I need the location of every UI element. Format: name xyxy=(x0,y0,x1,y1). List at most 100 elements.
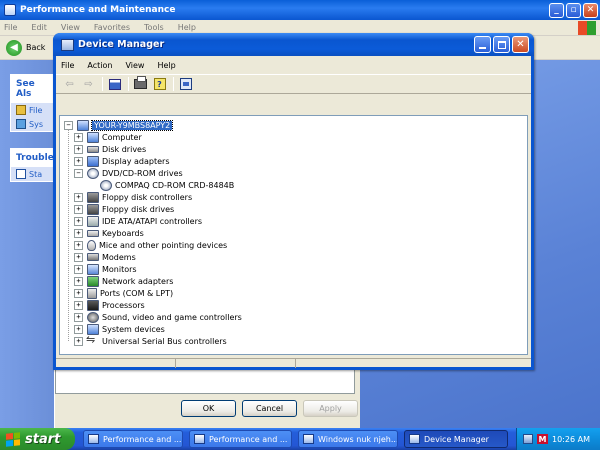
ok-button[interactable]: OK xyxy=(181,400,236,417)
tree-category-label: Monitors xyxy=(102,264,137,274)
tree-category-keyboard[interactable]: + Keyboards xyxy=(74,227,144,239)
tree-category-cdrom-drive[interactable]: − DVD/CD-ROM drives xyxy=(74,167,183,179)
maximize-button[interactable] xyxy=(493,36,510,53)
bg-menu-edit[interactable]: Edit xyxy=(31,23,47,32)
menu-action[interactable]: Action xyxy=(87,61,112,70)
expand-icon[interactable]: + xyxy=(74,132,83,142)
start-label: start xyxy=(25,431,61,447)
bg-menu-tools[interactable]: Tools xyxy=(144,23,164,32)
apply-button[interactable]: Apply xyxy=(303,400,358,417)
taskbar-button-performance-2[interactable]: Performance and ... xyxy=(189,430,292,448)
back-label: Back xyxy=(26,43,46,52)
processor-icon xyxy=(87,299,99,311)
expand-icon[interactable]: + xyxy=(74,288,83,298)
tree-category-floppy-controller[interactable]: + Floppy disk controllers xyxy=(74,191,192,203)
tree-category-label: Disk drives xyxy=(102,144,147,154)
bg-minimize-button[interactable]: _ xyxy=(549,2,564,18)
keyboard-icon xyxy=(87,229,99,237)
tree-category-processor[interactable]: + Processors xyxy=(74,299,145,311)
bg-menu-favorites[interactable]: Favorites xyxy=(94,23,130,32)
back-toolbar-button[interactable]: ⇦ xyxy=(61,77,78,92)
expand-icon[interactable]: + xyxy=(74,216,83,226)
menu-view[interactable]: View xyxy=(125,61,144,70)
toolbar-separator xyxy=(128,77,129,91)
tree-category-display-adapter[interactable]: + Display adapters xyxy=(74,155,170,167)
expand-icon[interactable]: + xyxy=(74,240,83,250)
tree-category-sound[interactable]: + Sound, video and game controllers xyxy=(74,311,242,323)
expand-icon[interactable]: + xyxy=(74,156,83,166)
tree-category-floppy-drive[interactable]: + Floppy disk drives xyxy=(74,203,174,215)
cancel-button[interactable]: Cancel xyxy=(242,400,297,417)
m-tray-icon[interactable]: M xyxy=(537,434,548,444)
taskbar-button-performance-1[interactable]: Performance and ... xyxy=(83,430,183,448)
sound-icon xyxy=(87,311,99,323)
tree-category-label: Mice and other pointing devices xyxy=(99,240,228,250)
maximize-icon xyxy=(497,40,506,49)
print-toolbar-button[interactable] xyxy=(132,76,149,92)
bg-maximize-button[interactable]: ▫ xyxy=(566,2,581,18)
start-button[interactable]: start xyxy=(0,428,75,450)
menu-help[interactable]: Help xyxy=(157,61,175,70)
troubleshooters-box: Trouble Sta xyxy=(10,148,54,182)
tree-category-computer[interactable]: + Computer xyxy=(74,131,142,143)
tree-category-ide-controller[interactable]: + IDE ATA/ATAPI controllers xyxy=(74,215,202,227)
expand-icon[interactable]: + xyxy=(74,228,83,238)
minimize-button[interactable] xyxy=(474,36,491,53)
back-arrow-icon: ⇦ xyxy=(65,78,74,90)
expand-icon[interactable]: + xyxy=(74,324,83,334)
bg-close-button[interactable]: ✕ xyxy=(583,2,598,18)
taskbar-button-device-manager[interactable]: Device Manager xyxy=(404,430,508,448)
tree-category-label: Modems xyxy=(102,252,136,262)
see-also-item-system[interactable]: Sys xyxy=(11,117,53,131)
tree-root[interactable]: − YOUR-Y9MBS8APY2 xyxy=(64,119,174,131)
back-arrow-icon: ◀ xyxy=(6,39,22,56)
bg-menu-view[interactable]: View xyxy=(61,23,80,32)
expand-icon[interactable]: + xyxy=(74,144,83,154)
tree-category-disk-drive[interactable]: + Disk drives xyxy=(74,143,146,155)
clock[interactable]: 10:26 AM xyxy=(552,435,590,444)
tree-category-usb[interactable]: + Universal Serial Bus controllers xyxy=(74,333,227,347)
system-tray: M 10:26 AM xyxy=(516,428,600,450)
bg-menu-file[interactable]: File xyxy=(4,23,17,32)
tree-category-modem[interactable]: + Modems xyxy=(74,251,136,263)
troubleshooter-item[interactable]: Sta xyxy=(11,167,53,181)
tree-category-label: DVD/CD-ROM drives xyxy=(102,168,183,178)
back-button[interactable]: ◀ Back xyxy=(6,39,46,56)
close-button[interactable]: ✕ xyxy=(512,36,529,53)
see-also-item-file[interactable]: File xyxy=(11,103,53,117)
cdrom-drive-icon xyxy=(100,179,112,191)
tree-category-label: Network adapters xyxy=(102,276,174,286)
scan-hardware-toolbar-button[interactable] xyxy=(177,77,194,92)
network-tray-icon[interactable] xyxy=(523,434,533,444)
taskbar-button-windows-nuk-njeh[interactable]: Windows nuk njeh... xyxy=(298,430,398,448)
expand-icon[interactable]: + xyxy=(74,264,83,274)
background-title-bar[interactable]: Performance and Maintenance _ ▫ ✕ xyxy=(0,0,600,20)
tree-device-cdrom[interactable]: COMPAQ CD-ROM CRD-8484B xyxy=(100,179,234,191)
tree-category-network-adapter[interactable]: + Network adapters xyxy=(74,275,173,287)
help-toolbar-button[interactable]: ? xyxy=(151,77,168,92)
window-icon xyxy=(194,434,205,444)
device-manager-title-bar[interactable]: Device Manager ✕ xyxy=(53,33,534,56)
expand-icon[interactable]: + xyxy=(74,300,83,310)
tree-category-port[interactable]: + Ports (COM & LPT) xyxy=(74,287,173,299)
tree-category-label: Universal Serial Bus controllers xyxy=(102,336,227,346)
computer-icon xyxy=(87,131,99,143)
bg-menu-help[interactable]: Help xyxy=(178,23,196,32)
expand-icon[interactable]: + xyxy=(74,276,83,286)
usb-icon xyxy=(86,333,99,347)
mouse-icon xyxy=(87,239,96,251)
device-tree[interactable]: − YOUR-Y9MBS8APY2 + Computer + Disk drives +… xyxy=(59,115,528,355)
expand-icon[interactable]: + xyxy=(74,336,83,346)
expand-icon[interactable]: + xyxy=(74,312,83,322)
expand-icon[interactable]: + xyxy=(74,252,83,262)
forward-arrow-icon: ⇨ xyxy=(84,78,93,90)
forward-toolbar-button[interactable]: ⇨ xyxy=(80,77,97,92)
collapse-icon[interactable]: − xyxy=(74,168,83,178)
tree-category-mouse[interactable]: + Mice and other pointing devices xyxy=(74,239,227,251)
expand-icon[interactable]: + xyxy=(74,204,83,214)
properties-toolbar-button[interactable] xyxy=(106,77,123,92)
menu-file[interactable]: File xyxy=(61,61,74,70)
tree-category-monitor[interactable]: + Monitors xyxy=(74,263,137,275)
device-manager-menu-bar: File Action View Help xyxy=(56,56,531,74)
expand-icon[interactable]: + xyxy=(74,192,83,202)
